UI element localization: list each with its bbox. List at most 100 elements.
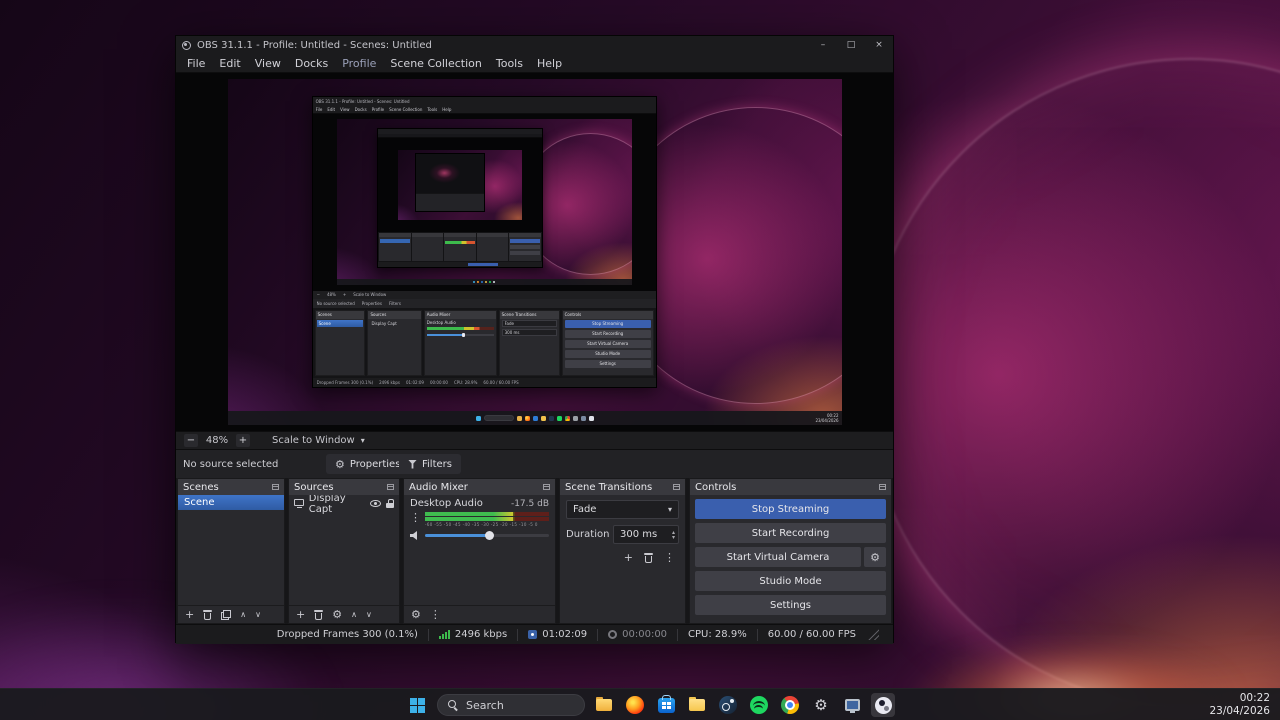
duration-spinner[interactable]: 300 ms ▴ ▾ bbox=[613, 525, 679, 544]
move-source-down-button[interactable]: ∨ bbox=[366, 610, 372, 619]
preview-canvas[interactable]: OBS 31.1.1 - Profile: Untitled - Scenes:… bbox=[176, 73, 893, 431]
remove-transition-button[interactable] bbox=[644, 552, 653, 563]
remove-scene-button[interactable] bbox=[203, 609, 213, 620]
volume-slider-handle[interactable] bbox=[485, 531, 495, 540]
nested-scenes-dock: Scenes Scene bbox=[314, 309, 366, 376]
nested2-controls-dock bbox=[509, 232, 541, 261]
spotify-icon[interactable] bbox=[747, 693, 771, 717]
source-lock-icon[interactable] bbox=[386, 499, 394, 508]
nested-source-status: No source selected bbox=[316, 300, 355, 306]
minimize-button[interactable]: – bbox=[809, 36, 837, 54]
spin-down-icon[interactable]: ▾ bbox=[672, 534, 675, 540]
source-visibility-icon[interactable] bbox=[370, 500, 381, 507]
menu-file[interactable]: File bbox=[180, 57, 212, 70]
transitions-body: Fade ▾ Duration 300 ms ▴ ▾ + ⋮ bbox=[560, 495, 685, 623]
steam-icon[interactable] bbox=[716, 693, 740, 717]
volume-slider[interactable] bbox=[425, 531, 549, 540]
scale-mode-dropdown[interactable]: Scale to Window ▾ bbox=[272, 435, 365, 446]
dock-popout-icon[interactable] bbox=[543, 484, 550, 490]
nested-start-virtual-camera: Start Virtual Camera bbox=[564, 339, 651, 348]
title-bar[interactable]: OBS 31.1.1 - Profile: Untitled - Scenes:… bbox=[176, 36, 893, 54]
taskbar-clock[interactable]: 00:22 23/04/2026 bbox=[1209, 689, 1270, 720]
mixer-meter-block: ⋮ -60 -55 -50 -45 -40 -35 -30 -25 -20 -1… bbox=[410, 512, 549, 527]
nested-scale-mode: Scale to Window bbox=[353, 292, 387, 298]
start-recording-button[interactable]: Start Recording bbox=[695, 523, 886, 543]
sources-dock-header[interactable]: Sources bbox=[289, 479, 399, 495]
stop-streaming-button[interactable]: Stop Streaming bbox=[695, 499, 886, 519]
menu-profile[interactable]: Profile bbox=[335, 57, 383, 70]
folder-icon[interactable] bbox=[685, 693, 709, 717]
mixer-channel-menu-icon[interactable]: ⋮ bbox=[410, 512, 421, 523]
chrome-icon[interactable] bbox=[778, 693, 802, 717]
virtual-camera-config-button[interactable]: ⚙ bbox=[864, 547, 886, 567]
menu-scene-collection[interactable]: Scene Collection bbox=[383, 57, 488, 70]
nested-controls-title: Controls bbox=[562, 310, 653, 319]
mixer-menu-button[interactable]: ⋮ bbox=[430, 609, 441, 620]
move-source-up-button[interactable]: ∧ bbox=[351, 610, 357, 619]
move-scene-down-button[interactable]: ∨ bbox=[255, 610, 261, 619]
menu-edit[interactable]: Edit bbox=[212, 57, 247, 70]
nested2-mixer-dock bbox=[444, 232, 476, 261]
scenes-dock-header[interactable]: Scenes bbox=[178, 479, 284, 495]
firefox-icon[interactable] bbox=[623, 693, 647, 717]
properties-label: Properties bbox=[349, 458, 401, 470]
status-divider bbox=[597, 628, 599, 641]
nested-app-icon bbox=[564, 415, 570, 421]
menu-docks[interactable]: Docks bbox=[288, 57, 335, 70]
close-button[interactable]: × bbox=[865, 36, 893, 54]
resize-grip[interactable] bbox=[868, 629, 879, 640]
move-scene-up-button[interactable]: ∧ bbox=[240, 610, 246, 619]
transition-select[interactable]: Fade ▾ bbox=[566, 500, 679, 519]
scene-list-item[interactable]: Scene bbox=[178, 495, 284, 510]
display-capture-source[interactable]: OBS 31.1.1 - Profile: Untitled - Scenes:… bbox=[227, 79, 842, 425]
mixer-dock-header[interactable]: Audio Mixer bbox=[404, 479, 555, 495]
nested2-taskbar-dots bbox=[473, 281, 476, 284]
add-scene-button[interactable]: + bbox=[185, 609, 194, 620]
remove-source-button[interactable] bbox=[314, 609, 324, 620]
transition-menu-button[interactable]: ⋮ bbox=[664, 552, 675, 563]
start-virtual-camera-button[interactable]: Start Virtual Camera bbox=[695, 547, 861, 567]
add-transition-button[interactable]: + bbox=[624, 552, 633, 563]
settings-icon[interactable]: ⚙ bbox=[809, 693, 833, 717]
source-properties-button[interactable]: ⚙ bbox=[332, 609, 342, 620]
docks-row: Scenes Scene + ∧ ∨ Sources Display Capt … bbox=[177, 478, 892, 624]
studio-mode-button[interactable]: Studio Mode bbox=[695, 571, 886, 591]
add-source-button[interactable]: + bbox=[296, 609, 305, 620]
dock-popout-icon[interactable] bbox=[387, 484, 394, 490]
display-app-icon[interactable] bbox=[840, 693, 864, 717]
file-explorer-icon[interactable] bbox=[592, 693, 616, 717]
source-list-item[interactable]: Display Capt bbox=[289, 495, 399, 515]
menu-view[interactable]: View bbox=[248, 57, 288, 70]
menu-tools[interactable]: Tools bbox=[489, 57, 530, 70]
nested-properties: Properties bbox=[361, 300, 382, 306]
settings-button[interactable]: Settings bbox=[695, 595, 886, 615]
dock-popout-icon[interactable] bbox=[673, 484, 680, 490]
nested-bitrate: 2496 kbps bbox=[379, 379, 400, 385]
dock-popout-icon[interactable] bbox=[879, 484, 886, 490]
start-button[interactable] bbox=[406, 693, 430, 717]
mixer-channel-name: Desktop Audio bbox=[410, 498, 483, 509]
filters-button[interactable]: Filters bbox=[399, 454, 461, 474]
obs-app-icon[interactable] bbox=[871, 693, 895, 717]
transitions-dock-header[interactable]: Scene Transitions bbox=[560, 479, 685, 495]
scene-filters-button[interactable] bbox=[221, 609, 232, 620]
zoom-out-button[interactable]: − bbox=[184, 434, 198, 447]
nested-filters: Filters bbox=[388, 300, 401, 306]
speaker-icon[interactable] bbox=[410, 531, 417, 540]
spinner-arrows[interactable]: ▴ ▾ bbox=[672, 529, 675, 540]
zoom-in-button[interactable]: + bbox=[236, 434, 250, 447]
nested-app-icon bbox=[548, 415, 554, 421]
microsoft-store-icon[interactable] bbox=[654, 693, 678, 717]
taskbar-search[interactable]: Search bbox=[437, 694, 585, 716]
nested-taskbar: 00:22 23/04/2026 bbox=[227, 411, 842, 425]
maximize-button[interactable]: □ bbox=[837, 36, 865, 54]
dock-popout-icon[interactable] bbox=[272, 484, 279, 490]
menu-help[interactable]: Help bbox=[530, 57, 569, 70]
nested-preview bbox=[312, 113, 656, 291]
controls-dock-header[interactable]: Controls bbox=[690, 479, 891, 495]
properties-button[interactable]: ⚙ Properties bbox=[326, 454, 410, 474]
transition-current: Fade bbox=[573, 504, 597, 515]
advanced-audio-button[interactable]: ⚙ bbox=[411, 609, 421, 620]
meter-scale: -60 -55 -50 -45 -40 -35 -30 -25 -20 -15 … bbox=[425, 522, 538, 527]
dropped-frames-status: Dropped Frames 300 (0.1%) bbox=[276, 629, 418, 640]
